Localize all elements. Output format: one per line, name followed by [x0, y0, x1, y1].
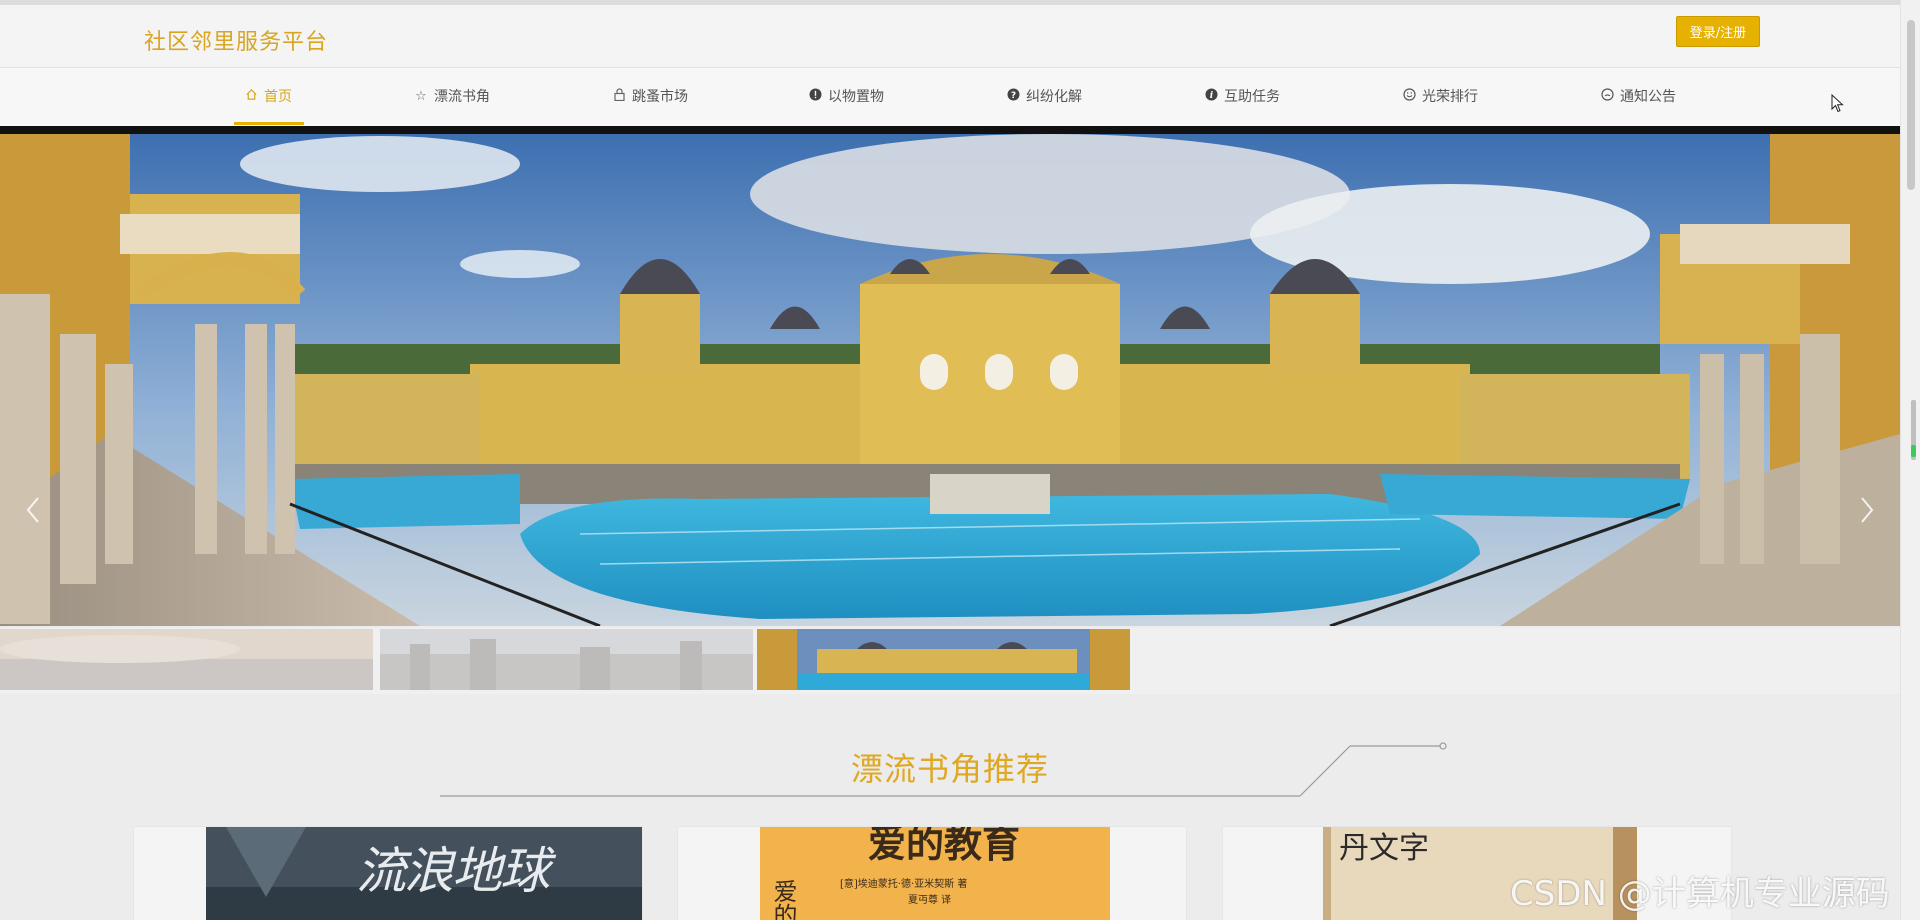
- nav-item-barter[interactable]: 以物置物: [808, 68, 884, 124]
- nav-item-label: 漂流书角: [434, 89, 490, 105]
- book-cover-image: 爱的教育 [意]埃迪蒙托·德·亚米契斯 著 夏丏尊 译 爱的: [760, 827, 1110, 920]
- nav-item-notices[interactable]: 通知公告: [1600, 68, 1676, 124]
- chevron-left-icon: [26, 497, 39, 523]
- book-cover-image: 流浪地球: [206, 827, 642, 920]
- svg-text:i: i: [1209, 91, 1213, 101]
- nav-item-label: 互助任务: [1224, 89, 1280, 105]
- book-author: [意]埃迪蒙托·德·亚米契斯 著: [840, 879, 968, 890]
- nav-item-label: 以物置物: [828, 89, 884, 105]
- info-circle-icon: i: [1204, 88, 1218, 105]
- nav-item-label: 通知公告: [1620, 89, 1676, 105]
- book-card-2[interactable]: 爱的教育 [意]埃迪蒙托·德·亚米契斯 著 夏丏尊 译 爱的: [677, 826, 1187, 920]
- nav-item-label: 光荣排行: [1422, 89, 1478, 105]
- nav-item-label: 跳蚤市场: [632, 89, 688, 105]
- top-bar: 社区邻里服务平台 登录/注册: [0, 0, 1900, 68]
- section-title: 漂流书角推荐: [850, 750, 1049, 788]
- main-nav: 首页 ☆ 漂流书角 跳蚤市场 以物置物 ? 纠纷化解 i 互助任务 光荣排行 通…: [0, 68, 1900, 126]
- comment-icon: [1600, 87, 1614, 105]
- nav-item-label: 首页: [264, 89, 292, 105]
- carousel-prev-button[interactable]: [18, 490, 48, 530]
- active-nav-indicator: [234, 122, 304, 125]
- site-title[interactable]: 社区邻里服务平台: [144, 24, 328, 56]
- watermark: CSDN @计算机专业源码: [1510, 874, 1890, 914]
- book-cover-title: 丹文字: [1339, 831, 1429, 866]
- chevron-right-icon: [1861, 497, 1874, 523]
- carousel-thumbnail-3[interactable]: [757, 629, 1130, 690]
- nav-item-dispute[interactable]: ? 纠纷化解: [1006, 68, 1082, 124]
- carousel-thumbnail-2[interactable]: [380, 629, 753, 690]
- page-scrollbar[interactable]: [1900, 0, 1920, 920]
- smile-icon: [1402, 87, 1416, 105]
- scrollbar-thumb[interactable]: [1907, 20, 1915, 190]
- book-translator: 夏丏尊 译: [908, 895, 952, 906]
- book-card-1[interactable]: 流浪地球: [133, 826, 643, 920]
- star-icon: ☆: [415, 88, 427, 104]
- scrollbar-marker-active: [1911, 445, 1916, 457]
- nav-item-mutual-tasks[interactable]: i 互助任务: [1204, 68, 1280, 124]
- nav-item-book-corner[interactable]: ☆ 漂流书角: [414, 68, 490, 124]
- login-register-button[interactable]: 登录/注册: [1676, 16, 1760, 47]
- lock-icon: [612, 87, 626, 105]
- nav-item-honor-ranking[interactable]: 光荣排行: [1402, 68, 1478, 124]
- book-cover-title: 爱的教育: [868, 827, 1021, 866]
- nav-item-label: 纠纷化解: [1026, 89, 1082, 105]
- exclamation-circle-icon: [808, 88, 822, 105]
- carousel-slide-image: [0, 134, 1900, 626]
- nav-item-home[interactable]: 首页: [244, 68, 292, 124]
- carousel-next-button[interactable]: [1852, 490, 1882, 530]
- carousel-thumbnail-1[interactable]: [0, 629, 373, 690]
- carousel-thumbnails: [0, 628, 1900, 694]
- home-icon: [244, 88, 258, 105]
- svg-text:?: ?: [1010, 91, 1015, 101]
- question-circle-icon: ?: [1006, 88, 1020, 105]
- nav-item-flea-market[interactable]: 跳蚤市场: [612, 68, 688, 124]
- hero-carousel[interactable]: [0, 126, 1900, 626]
- book-cover-title: 流浪地球: [356, 842, 550, 900]
- mouse-cursor-icon: [1831, 94, 1844, 113]
- book-spine-text: 爱的: [769, 879, 797, 920]
